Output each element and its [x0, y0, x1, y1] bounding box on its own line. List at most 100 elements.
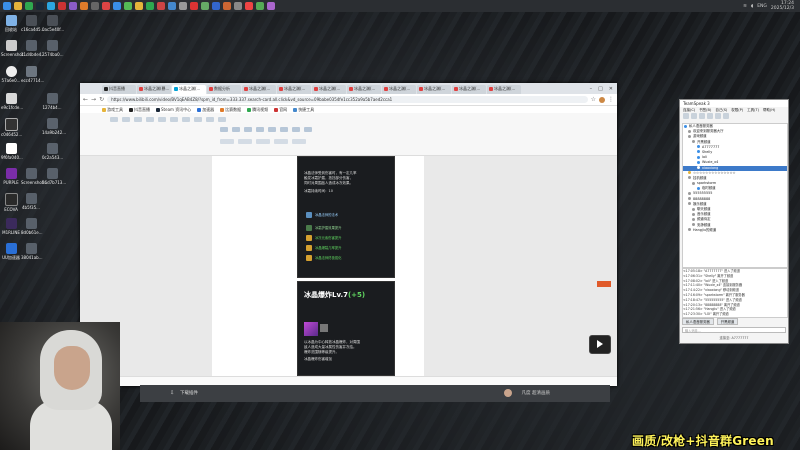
folder-icon[interactable] — [14, 2, 22, 10]
reload-icon[interactable]: ↻ — [99, 96, 104, 103]
steam-icon[interactable] — [36, 2, 44, 10]
browser-tab[interactable]: 抖音直播 — [102, 85, 136, 94]
desktop-icon[interactable]: Screenshot... — [21, 168, 47, 185]
toolbar-button[interactable] — [194, 117, 202, 122]
download-icon[interactable]: ⇩ — [170, 390, 174, 396]
toolbar-button[interactable] — [232, 127, 240, 132]
desktop-icon[interactable]: 0ac5e40f... — [42, 15, 64, 32]
maximize-icon[interactable]: □ — [598, 86, 603, 92]
stream-bar-user[interactable]: 凡度 超清画质 — [522, 390, 550, 396]
floating-widget-icon[interactable] — [597, 281, 611, 287]
away-icon[interactable] — [699, 113, 705, 119]
browser-tab[interactable]: 冰晶之渊(... — [242, 85, 276, 94]
toolbar-button[interactable] — [256, 139, 270, 144]
browser-tab-active[interactable]: 冰晶之渊(... — [172, 85, 206, 94]
desktop-icon[interactable]: 38041ab... — [21, 243, 43, 260]
mute-speaker-icon[interactable] — [715, 113, 721, 119]
toolbar-button[interactable] — [218, 117, 226, 122]
connect-icon[interactable] — [683, 113, 689, 119]
browser-tab[interactable]: 冰晶之渊(... — [452, 85, 486, 94]
desktop-icon[interactable]: PURPLE — [1, 168, 21, 185]
star-icon[interactable]: ☆ — [591, 96, 596, 103]
app-icon[interactable] — [69, 2, 77, 10]
avatar[interactable] — [504, 389, 512, 397]
desktop-icon[interactable]: 8d0b61e... — [21, 218, 43, 235]
desktop-icon[interactable]: UU加速器 — [1, 243, 21, 261]
start-icon[interactable] — [3, 2, 11, 10]
app-icon[interactable] — [146, 2, 154, 10]
toolbar-button[interactable] — [146, 117, 154, 122]
language-indicator[interactable]: ENG — [757, 4, 767, 9]
bookmark-icon[interactable] — [691, 113, 697, 119]
browser-tab[interactable]: 冰晶之渊(... — [347, 85, 381, 94]
avatar[interactable] — [599, 96, 605, 103]
minimize-icon[interactable]: – — [590, 86, 593, 92]
browser-tab[interactable]: 冰晶之渊(... — [277, 85, 311, 94]
desktop-icon[interactable]: 9f6fa040... — [1, 143, 23, 160]
toolbar-button[interactable] — [274, 139, 288, 144]
desktop-icon[interactable]: c16ca4d5... — [21, 15, 44, 32]
back-icon[interactable]: ← — [83, 96, 88, 103]
toolbar-button[interactable] — [122, 117, 130, 122]
play-icon[interactable] — [589, 335, 611, 354]
toolbar-button[interactable] — [134, 117, 142, 122]
desktop-icon[interactable]: e9c1fcde... — [1, 93, 23, 110]
chat-input[interactable]: 输入消息... — [682, 327, 786, 333]
settings-icon[interactable] — [723, 113, 729, 119]
close-icon[interactable]: ✕ — [609, 86, 613, 92]
app-icon[interactable] — [256, 2, 264, 10]
toolbar-button[interactable] — [170, 117, 178, 122]
toolbar-button[interactable] — [182, 117, 190, 122]
app-icon[interactable] — [179, 2, 187, 10]
chat-icon[interactable] — [47, 2, 55, 10]
menu-item[interactable]: 权限(P) — [731, 107, 743, 113]
mute-mic-icon[interactable] — [707, 113, 713, 119]
browser-tab[interactable]: 冰晶之渊(... — [487, 85, 521, 94]
toolbar-button[interactable] — [158, 117, 166, 122]
app-icon[interactable] — [102, 2, 110, 10]
desktop-icon[interactable]: 0c2a543... — [42, 143, 63, 160]
desktop-icon[interactable]: 11d4bde4... — [21, 40, 45, 57]
toolbar-button[interactable] — [280, 127, 288, 132]
toolbar-button[interactable] — [304, 127, 312, 132]
app-icon[interactable] — [223, 2, 231, 10]
desktop-icon[interactable]: ecc47714... — [21, 66, 44, 83]
browser-tab[interactable]: 冰晶之渊(... — [382, 85, 416, 94]
toolbar-button[interactable] — [220, 139, 234, 144]
toolbar-button[interactable] — [292, 127, 300, 132]
url-input[interactable]: https://www.bilibili.com/video/BV1qEAB4Z… — [107, 96, 588, 103]
app-icon[interactable] — [212, 2, 220, 10]
volume-icon[interactable]: ◖ — [751, 4, 753, 9]
toolbar-button[interactable] — [256, 127, 264, 132]
app-icon[interactable] — [135, 2, 143, 10]
app-icon[interactable] — [124, 2, 132, 10]
toolbar-button[interactable] — [206, 117, 214, 122]
browser-tab[interactable]: 数据分析 — [207, 85, 241, 94]
app-icon[interactable] — [157, 2, 165, 10]
browser-tab[interactable]: 冰晶之渊(暴... — [137, 85, 171, 94]
desktop-icon[interactable]: Screenshot... — [1, 40, 27, 57]
desktop-icon[interactable]: 4b5f35... — [21, 193, 41, 210]
app-icon[interactable] — [91, 2, 99, 10]
toolbar-button[interactable] — [244, 127, 252, 132]
menu-item[interactable]: 帮助(H) — [763, 107, 775, 113]
desktop-icon[interactable]: 回收站 — [1, 15, 21, 33]
app-icon[interactable] — [245, 2, 253, 10]
forward-icon[interactable]: → — [91, 96, 96, 103]
browser-tab[interactable]: 冰晶之渊(... — [417, 85, 451, 94]
chat-tab[interactable]: 开黑频道 — [716, 318, 739, 325]
clock[interactable]: 17:24 2025/12/3 — [771, 1, 794, 11]
menu-icon[interactable]: ⋮ — [608, 96, 614, 103]
desktop-icon[interactable]: M1RLINE — [1, 218, 21, 235]
desktop-icon[interactable]: 36d7b713... — [42, 168, 66, 185]
browser-icon[interactable] — [25, 2, 33, 10]
app-icon[interactable] — [190, 2, 198, 10]
desktop-icon[interactable]: 14a9b242... — [42, 118, 66, 135]
game-icon[interactable] — [58, 2, 66, 10]
app-icon[interactable] — [201, 2, 209, 10]
desktop-icon[interactable]: 2574ba0... — [42, 40, 64, 57]
wifi-icon[interactable]: ≋ — [743, 4, 747, 9]
toolbar-button[interactable] — [292, 139, 306, 144]
chat-tab[interactable]: 私人语音服务器 — [682, 318, 714, 325]
app-icon[interactable] — [234, 2, 242, 10]
